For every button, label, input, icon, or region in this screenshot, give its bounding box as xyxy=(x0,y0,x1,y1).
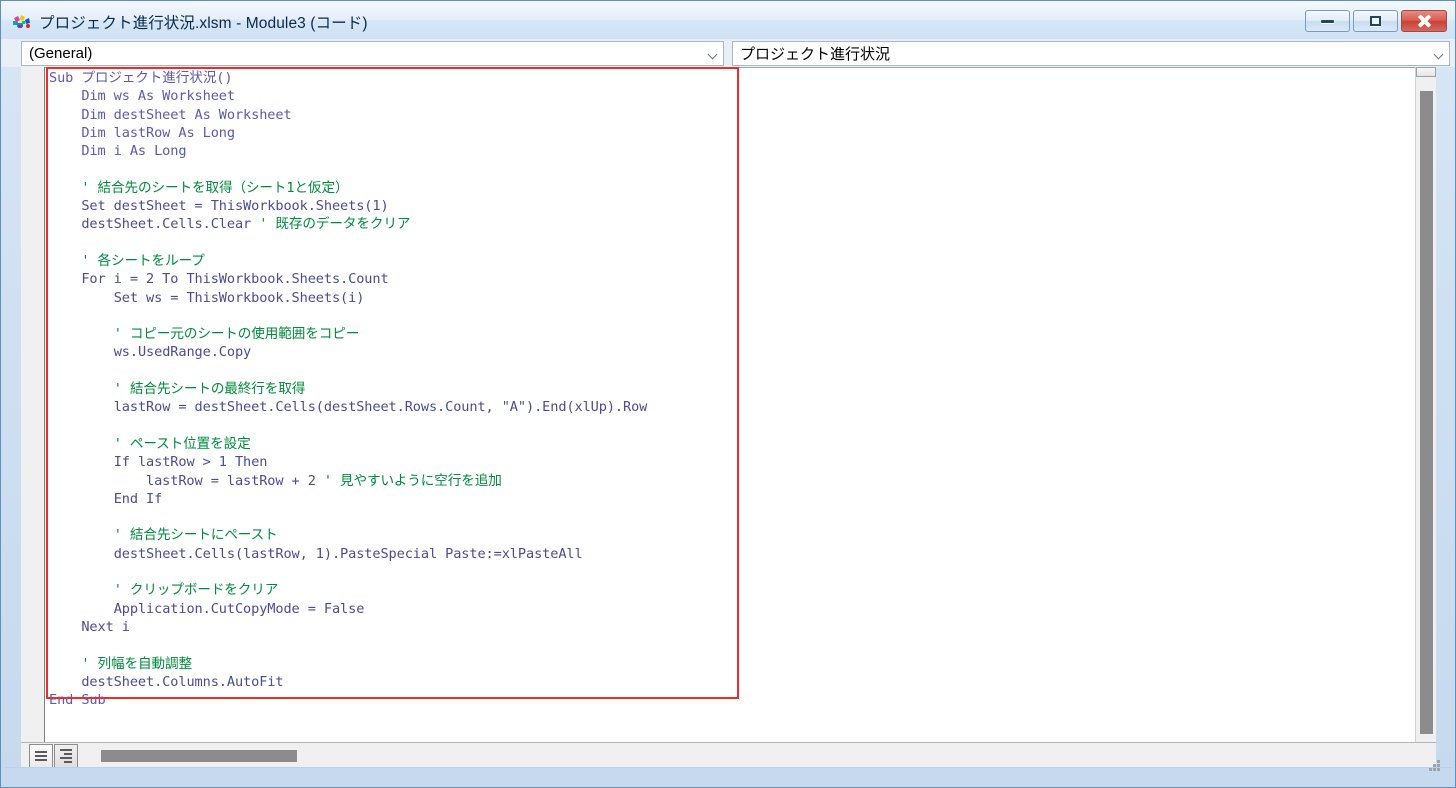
code-comment: ' 各シートをループ xyxy=(81,252,205,269)
code-token: destSheet.Cells.Clear xyxy=(81,216,260,233)
code-line: Application.CutCopyMode = False xyxy=(49,600,647,618)
code-line: ' クリップボードをクリア xyxy=(49,581,647,599)
code-token: Application.CutCopyMode = False xyxy=(113,600,365,617)
code-line: ' コピー元のシートの使用範囲をコピー xyxy=(49,325,647,343)
code-token: Set destSheet = ThisWorkbook.Sheets(1) xyxy=(81,198,389,215)
code-token: For i = 2 To ThisWorkbook.Sheets.Count xyxy=(81,271,389,288)
code-token: Next i xyxy=(81,618,130,635)
code-line: ' 各シートをループ xyxy=(49,252,647,270)
code-comment: ' クリップボードをクリア xyxy=(113,582,279,599)
code-token: Dim i As Long xyxy=(81,143,187,160)
close-button[interactable] xyxy=(1401,10,1447,32)
v-scrollbar[interactable] xyxy=(1415,67,1436,742)
object-dropdown-arrow[interactable] xyxy=(703,42,723,65)
chevron-down-icon xyxy=(709,51,718,56)
code-token: End If xyxy=(113,490,163,507)
code-pane-bottom-bar xyxy=(21,742,1436,768)
procedure-view-icon xyxy=(35,751,47,761)
minimize-button[interactable] xyxy=(1305,10,1350,32)
chevron-down-icon xyxy=(1435,51,1444,56)
vba-editor-window: プロジェクト進行状況.xlsm - Module3 (コード) (General… xyxy=(0,0,1456,788)
code-line: lastRow = lastRow + 2 ' 見やすいように空行を追加 xyxy=(49,472,647,490)
code-comment: ' 既存のデータをクリア xyxy=(259,216,411,233)
code-token: Sub プロジェクト進行状況() xyxy=(49,70,233,86)
code-line: ' 結合先シートの最終行を取得 xyxy=(49,380,647,398)
code-token: Dim destSheet As Worksheet xyxy=(81,106,292,123)
code-token: Set ws = ThisWorkbook.Sheets(i) xyxy=(113,289,365,306)
vba-module-icon xyxy=(12,14,34,32)
full-module-view-button[interactable] xyxy=(54,744,78,768)
code-line: ws.UsedRange.Copy xyxy=(49,343,647,361)
code-text[interactable]: Sub プロジェクト進行状況() Dim ws As Worksheet Dim… xyxy=(49,69,647,709)
v-scrollbar-thumb[interactable] xyxy=(1420,91,1433,734)
object-dropdown[interactable]: (General) xyxy=(21,41,724,66)
procedure-dropdown[interactable]: プロジェクト進行状況 xyxy=(732,41,1450,66)
code-token: Dim ws As Worksheet xyxy=(81,88,235,105)
code-line: destSheet.Cells.Clear ' 既存のデータをクリア xyxy=(49,215,647,233)
code-token: lastRow = lastRow + 2 xyxy=(146,472,324,489)
code-comment: ' ペースト位置を設定 xyxy=(113,435,251,452)
code-comment: ' 結合先のシートを取得（シート1と仮定） xyxy=(81,179,349,196)
scroll-up-icon[interactable] xyxy=(1416,67,1436,77)
code-line: Dim destSheet As Worksheet xyxy=(49,106,647,124)
code-comment: ' 結合先シートにペースト xyxy=(113,527,278,544)
code-line: ' ペースト位置を設定 xyxy=(49,435,647,453)
full-module-view-icon xyxy=(60,749,72,763)
code-token: End Sub xyxy=(49,692,106,709)
code-line: Set ws = ThisWorkbook.Sheets(i) xyxy=(49,289,647,307)
restore-icon xyxy=(1370,16,1381,26)
minimize-icon xyxy=(1321,19,1334,23)
code-line: Dim lastRow As Long xyxy=(49,124,647,142)
code-line: Dim ws As Worksheet xyxy=(49,87,647,105)
code-line: Set destSheet = ThisWorkbook.Sheets(1) xyxy=(49,197,647,215)
window-inner-edge xyxy=(5,767,1452,768)
code-comment: ' 列幅を自動調整 xyxy=(81,655,192,672)
code-line: Next i xyxy=(49,618,647,636)
code-token: ws.UsedRange.Copy xyxy=(113,344,252,361)
code-comment: ' 見やすいように空行を追加 xyxy=(323,472,502,489)
code-token: destSheet.Columns.AutoFit xyxy=(81,673,284,690)
procedure-view-button[interactable] xyxy=(29,744,53,768)
window-title-bar[interactable]: プロジェクト進行状況.xlsm - Module3 (コード) xyxy=(1,1,1455,39)
code-token: If lastRow > 1 Then xyxy=(113,454,268,471)
code-line: End If xyxy=(49,490,647,508)
code-token: destSheet.Cells(lastRow, 1).PasteSpecial… xyxy=(113,545,583,562)
window-title: プロジェクト進行状況.xlsm - Module3 (コード) xyxy=(39,15,368,32)
close-icon xyxy=(1417,14,1431,28)
procedure-dropdown-arrow[interactable] xyxy=(1429,42,1449,65)
h-scrollbar-thumb[interactable] xyxy=(101,750,297,762)
procedure-dropdown-value: プロジェクト進行状況 xyxy=(740,46,891,63)
code-line: If lastRow > 1 Then xyxy=(49,453,647,471)
code-pane-dropdown-row: (General) プロジェクト進行状況 xyxy=(1,39,1455,67)
code-token: Dim lastRow As Long xyxy=(81,124,235,141)
code-line: destSheet.Cells(lastRow, 1).PasteSpecial… xyxy=(49,545,647,563)
code-token: lastRow = destSheet.Cells(destSheet.Rows… xyxy=(113,399,648,416)
code-line: lastRow = destSheet.Cells(destSheet.Rows… xyxy=(49,398,648,416)
code-line: Dim i As Long xyxy=(49,142,647,160)
code-line: destSheet.Columns.AutoFit xyxy=(49,673,647,691)
code-line: ' 結合先のシートを取得（シート1と仮定） xyxy=(49,179,647,197)
object-dropdown-value: (General) xyxy=(29,45,93,62)
code-line: For i = 2 To ThisWorkbook.Sheets.Count xyxy=(49,270,647,288)
margin-indicator-bar[interactable] xyxy=(21,67,45,742)
code-line: Sub プロジェクト進行状況() xyxy=(49,69,647,87)
code-line: End Sub xyxy=(49,691,647,709)
restore-button[interactable] xyxy=(1353,10,1398,32)
h-scrollbar[interactable] xyxy=(81,745,1433,766)
code-line: ' 結合先シートにペースト xyxy=(49,526,647,544)
code-comment: ' 結合先シートの最終行を取得 xyxy=(113,381,306,398)
code-line: ' 列幅を自動調整 xyxy=(49,655,647,673)
code-comment: ' コピー元のシートの使用範囲をコピー xyxy=(113,326,360,343)
